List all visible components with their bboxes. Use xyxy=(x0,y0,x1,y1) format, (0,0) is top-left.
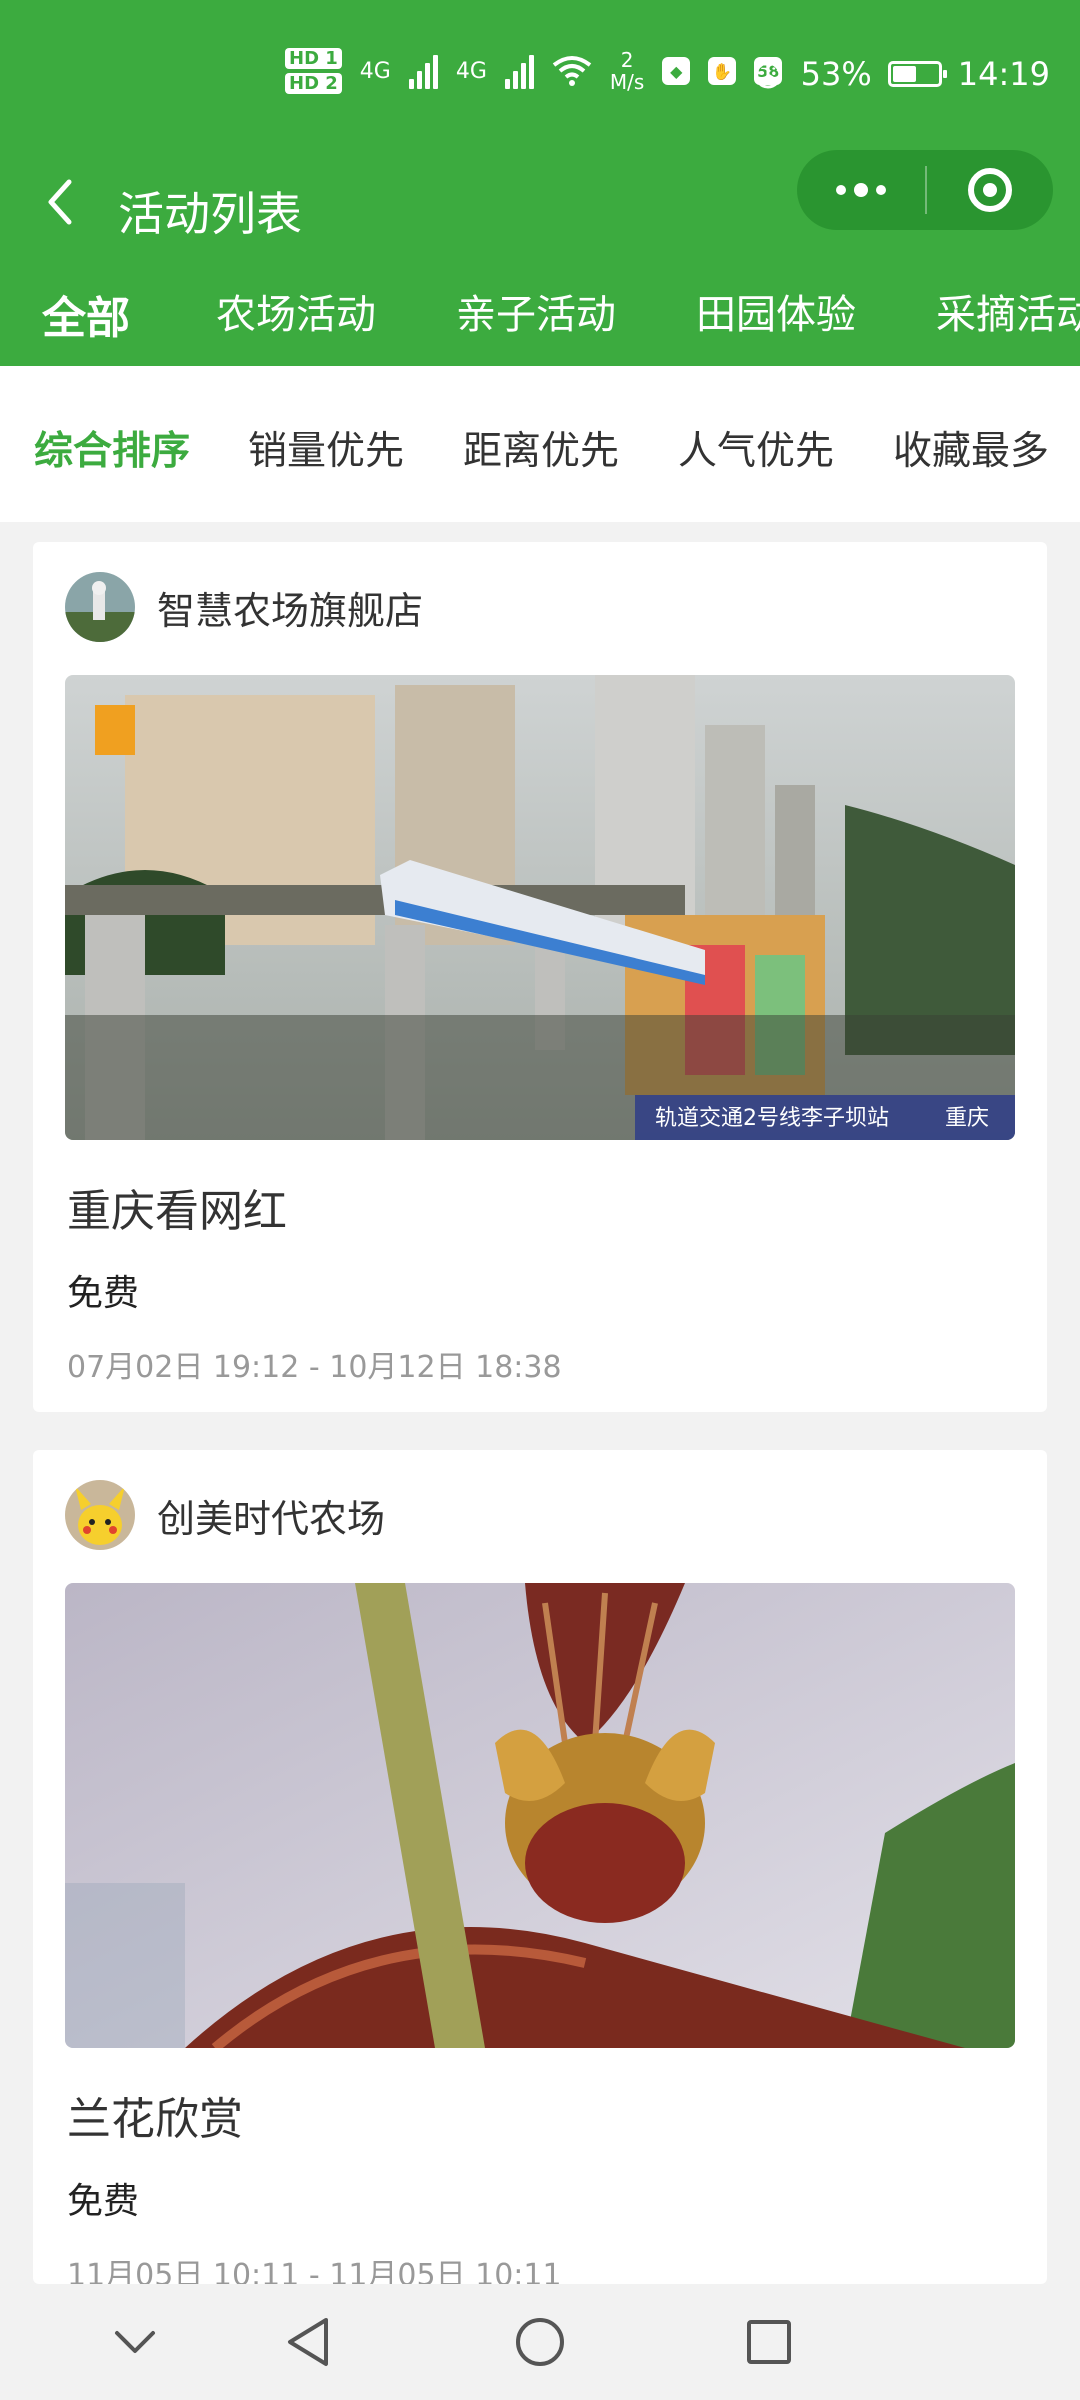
clock: 14:19 xyxy=(957,55,1050,93)
title-bar: 活动列表 xyxy=(0,150,1080,268)
image-city: 重庆 xyxy=(945,1106,989,1131)
activity-card[interactable]: 智慧农场旗舰店 轨道交通2号线李子坝站 重庆 重庆看网红 免费 07月02日 1… xyxy=(33,542,1047,1412)
sort-bar: 综合排序 销量优先 距离优先 人气优先 收藏最多 xyxy=(0,366,1080,522)
shop-avatar xyxy=(65,572,135,642)
square-recents-icon xyxy=(747,2320,791,2364)
signal1-icon xyxy=(408,53,438,89)
target-ring-icon xyxy=(968,168,1012,212)
alarm-icon xyxy=(754,57,782,89)
shop-name: 智慧农场旗舰店 xyxy=(157,588,424,633)
hand-icon: ✋ xyxy=(708,57,737,85)
sort-favorites[interactable]: 收藏最多 xyxy=(893,420,1049,476)
nav-recents-button[interactable] xyxy=(737,2310,801,2374)
system-nav-bar xyxy=(0,2284,1080,2400)
category-tabs: 全部 农场活动 亲子活动 田园体验 采摘活动 xyxy=(0,268,1080,366)
activity-time-range: 07月02日 19:12 - 10月12日 18:38 xyxy=(67,1350,562,1385)
speed-indicator: 2 M/s xyxy=(610,49,644,93)
sort-comprehensive[interactable]: 综合排序 xyxy=(34,420,190,476)
back-button[interactable] xyxy=(30,172,90,232)
activity-price: 免费 xyxy=(67,1273,140,1314)
bag-icon: ◆ xyxy=(662,57,691,85)
shop-avatar xyxy=(65,1480,135,1550)
activity-card[interactable]: 创美时代农场 兰花欣赏 免费 11月05日 10:11 - 11月05日 10:… xyxy=(33,1450,1047,2293)
close-button[interactable] xyxy=(927,150,1053,230)
activity-title: 兰花欣赏 xyxy=(67,2094,243,2145)
chevron-left-icon xyxy=(48,179,72,225)
circle-home-icon xyxy=(516,2318,564,2366)
network2-label: 4G xyxy=(455,58,487,84)
tab-farm-activity[interactable]: 农场活动 xyxy=(216,282,376,340)
battery-fill xyxy=(892,66,916,82)
network1-label: 4G xyxy=(359,58,391,84)
sort-sales[interactable]: 销量优先 xyxy=(248,420,404,476)
more-button[interactable] xyxy=(797,150,925,230)
triangle-back-icon xyxy=(288,2318,328,2366)
status-right: 53% 14:19 xyxy=(751,55,1050,93)
activity-title: 重庆看网红 xyxy=(67,1186,287,1237)
tab-all[interactable]: 全部 xyxy=(42,282,130,346)
battery-percent: 53% xyxy=(800,55,872,93)
chevron-down-icon xyxy=(115,2331,155,2353)
activity-price: 免费 xyxy=(67,2181,140,2222)
mini-program-capsule xyxy=(797,150,1053,230)
tab-family-activity[interactable]: 亲子活动 xyxy=(456,282,616,340)
tab-countryside-experience[interactable]: 田园体验 xyxy=(696,282,856,340)
more-dots-icon xyxy=(836,185,846,195)
sort-popularity[interactable]: 人气优先 xyxy=(678,420,834,476)
hd1-badge: HD 1 xyxy=(285,48,342,69)
signal2-icon xyxy=(504,53,534,89)
page-title: 活动列表 xyxy=(118,187,302,241)
status-bar: HD 1 HD 2 4G 4G 2 M/s ◆ ✋ 58 53% 14:19 xyxy=(0,0,1080,150)
shop-row[interactable]: 智慧农场旗舰店 xyxy=(65,572,423,642)
speed-value: 2 xyxy=(620,48,634,72)
status-left: HD 1 HD 2 4G 4G 2 M/s ◆ ✋ 58 xyxy=(285,48,783,94)
nav-back-button[interactable] xyxy=(276,2310,340,2374)
nav-home-button[interactable] xyxy=(508,2310,572,2374)
image-caption: 轨道交通2号线李子坝站 xyxy=(655,1106,889,1131)
shop-name: 创美时代农场 xyxy=(157,1496,386,1541)
shop-row[interactable]: 创美时代农场 xyxy=(65,1480,385,1550)
activity-cover-image[interactable] xyxy=(65,1583,1015,2048)
sort-distance[interactable]: 距离优先 xyxy=(463,420,619,476)
hd2-badge: HD 2 xyxy=(285,73,342,94)
activity-cover-image[interactable]: 轨道交通2号线李子坝站 重庆 xyxy=(65,675,1015,1140)
speed-unit: M/s xyxy=(609,70,645,94)
hd-badges: HD 1 HD 2 xyxy=(285,48,342,94)
tab-picking-activity[interactable]: 采摘活动 xyxy=(936,282,1080,340)
battery-icon xyxy=(887,61,947,87)
wifi-icon xyxy=(552,56,592,86)
nav-down-button[interactable] xyxy=(103,2310,167,2374)
app-header: HD 1 HD 2 4G 4G 2 M/s ◆ ✋ 58 53% 14:19 活… xyxy=(0,0,1080,366)
